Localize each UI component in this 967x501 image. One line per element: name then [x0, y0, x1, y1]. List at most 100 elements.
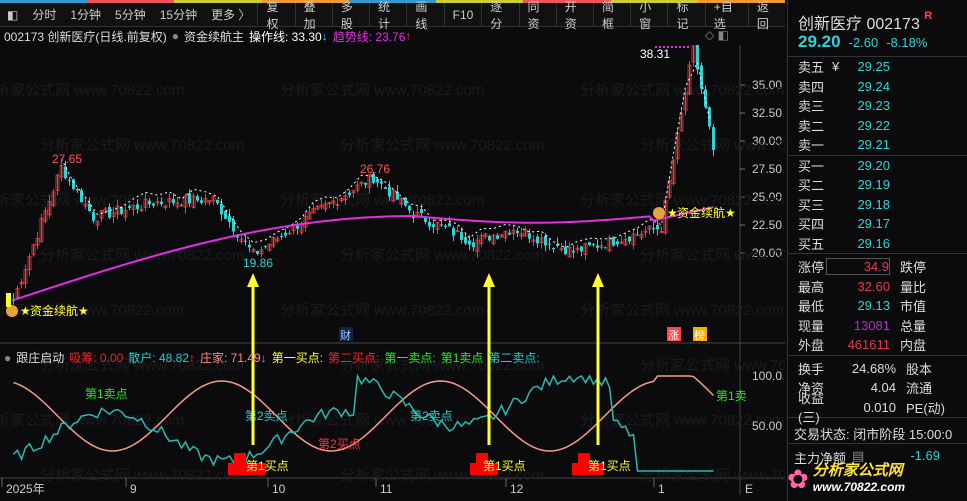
indicator-axis-label: 100.0: [752, 369, 782, 383]
scroll-end-icon[interactable]: E: [745, 482, 753, 495]
dropdown-icon[interactable]: ●: [4, 351, 11, 365]
quote-row: 涨停 34.9 跌停: [788, 257, 967, 277]
period-tab[interactable]: 分时: [25, 6, 63, 23]
signal-bar: [6, 293, 11, 307]
row-label: 卖五: [798, 60, 825, 76]
candle: [92, 211, 95, 221]
op-line-value: 操作线: 33.30: [248, 29, 322, 44]
stock-title: 002173 创新医疗(日线.前复权): [4, 29, 167, 44]
toolbar-button[interactable]: 标记: [667, 0, 704, 31]
candle: [588, 242, 591, 245]
candle: [216, 199, 219, 204]
candle: [80, 190, 83, 203]
candle: [432, 224, 435, 228]
candle: [440, 224, 443, 226]
diamond-icon[interactable]: ◇ ◧: [705, 28, 729, 42]
row-value: 29.19: [857, 177, 890, 193]
event-marker-label: 榜: [694, 328, 705, 342]
watermark-text: 分析家公式网 www.70822.com: [640, 247, 785, 264]
toolbar-button[interactable]: F10: [443, 3, 482, 26]
row-label-right: 跌停: [900, 260, 927, 276]
candle: [248, 244, 251, 248]
candle: [108, 206, 111, 218]
candle: [128, 206, 131, 208]
quote-row: 卖四 29.24: [788, 77, 967, 97]
indicator-title[interactable]: 跟庄启动: [16, 349, 64, 366]
row-label: 最低: [798, 299, 825, 315]
kline-chart[interactable]: 35.0032.5030.0027.5025.0022.5020.00分析家公式…: [0, 45, 785, 495]
signal-text: 第1卖点: [85, 387, 128, 401]
toolbar-button[interactable]: 返回: [747, 0, 785, 31]
quote-row: 买一 29.20: [788, 156, 967, 176]
row-label: 收益(三): [798, 391, 825, 426]
price-annotation: 38.31: [640, 47, 670, 61]
row-value: 29.16: [857, 235, 890, 251]
time-label: 1: [658, 482, 665, 495]
candle: [68, 179, 71, 181]
candle: [76, 189, 79, 191]
dropdown-icon[interactable]: ●: [172, 29, 179, 43]
toolbar-button[interactable]: 小窗: [630, 0, 667, 31]
candle: [364, 183, 367, 185]
signal-text: 第1买点: [246, 459, 289, 473]
sell1b-label: 第1卖点: [440, 351, 484, 365]
candle: [224, 211, 227, 219]
row-value: 32.60: [857, 278, 890, 294]
bid-book: 买一 29.20 买二 29.19 买三 29.18 买四 29.17 买五 29.16: [788, 154, 967, 254]
candle: [72, 179, 75, 189]
row-value: 13081: [853, 317, 890, 333]
price-pct: -8.18%: [886, 35, 928, 50]
candle: [428, 221, 431, 227]
watermark-text: 分析家公式网 www.70822.com: [40, 247, 244, 264]
candle: [448, 223, 451, 227]
period-tab[interactable]: 1分钟: [63, 6, 108, 23]
candle: [408, 205, 411, 211]
candle: [420, 208, 423, 214]
down-arrow-icon: ↓: [260, 350, 267, 365]
row-label: 涨停: [798, 260, 825, 276]
logo-url: www.70822.com: [812, 480, 906, 494]
signal-text: 第2卖点: [245, 409, 288, 423]
indicator-name[interactable]: 资金续航主: [184, 28, 244, 45]
butterfly-logo-icon: ✿: [787, 463, 809, 494]
period-tab[interactable]: 更多 〉: [204, 6, 257, 23]
candle: [564, 246, 567, 255]
toolbar-button[interactable]: 复权: [257, 0, 294, 31]
row-value: 29.17: [857, 216, 890, 232]
zhuangjia-value: 庄家: 71.49: [200, 351, 261, 365]
candle: [452, 228, 455, 236]
price-line: 29.20 -2.60 -8.18%: [788, 32, 967, 56]
watermark-text: 分析家公式网 www.70822.com: [40, 467, 244, 484]
toolbar-button[interactable]: 画线: [406, 0, 443, 31]
toolbar-button[interactable]: +自选: [704, 0, 748, 31]
period-tab[interactable]: 15分钟: [153, 6, 204, 23]
chart-info-line: 002173 创新医疗(日线.前复权) ● 资金续航主 操作线: 33.30 ↓…: [4, 28, 411, 44]
candle: [196, 196, 199, 201]
candle: [296, 225, 299, 229]
candle: [516, 230, 519, 233]
candle: [488, 236, 491, 241]
signal-text: 第1买点: [588, 459, 631, 473]
toolbar-button[interactable]: 叠加: [294, 0, 332, 31]
stats2-block: 换手 24.68% 股本 净资 4.04 流通 收益(三) 0.010 PE(动): [788, 354, 967, 425]
toolbar-button[interactable]: 逐分: [481, 0, 518, 31]
quote-row: 收益(三) 0.010 PE(动): [788, 391, 967, 425]
signal-label: 资金续航: [677, 205, 725, 220]
row-value: 29.24: [857, 78, 890, 94]
toolbar-button[interactable]: 多股: [331, 0, 369, 31]
candle: [152, 203, 155, 206]
quote-row: 买五 29.16: [788, 234, 967, 254]
toolbar-button[interactable]: 同资: [518, 0, 556, 31]
toolbar-button[interactable]: 简框: [593, 0, 630, 31]
ask-book: 卖五 29.25 ¥ 卖四 29.24 卖三 29.23 卖二 29.22 卖一 29.21: [788, 56, 967, 155]
row-value: 29.22: [857, 117, 890, 133]
candle: [148, 200, 151, 205]
panel-toggle-icon[interactable]: ◧: [0, 8, 25, 22]
up-arrow-icon: ↑: [405, 29, 412, 43]
toolbar-button[interactable]: 统计: [369, 0, 406, 31]
row-value: 29.13: [857, 298, 890, 314]
period-tab[interactable]: 5分钟: [108, 6, 153, 23]
toolbar-button[interactable]: 开资: [555, 0, 593, 31]
candle: [264, 245, 267, 247]
row-value: 461611: [847, 337, 890, 353]
